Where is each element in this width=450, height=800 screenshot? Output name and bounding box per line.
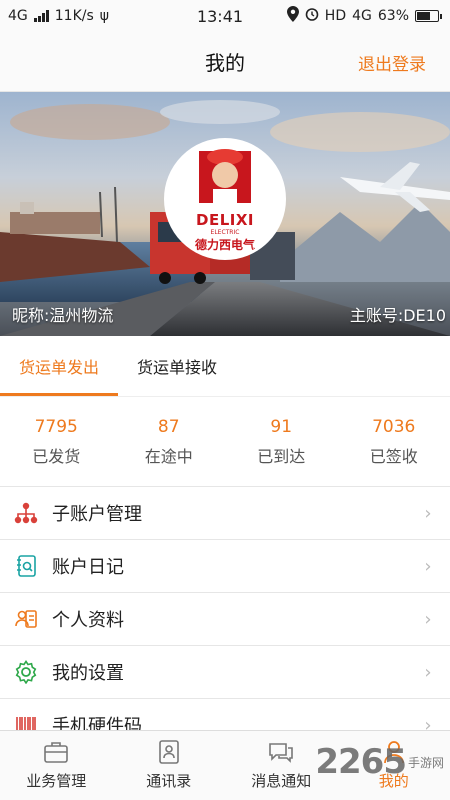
nav-business[interactable]: 业务管理	[0, 731, 113, 800]
network-type: 4G	[8, 8, 28, 24]
menu-item-profile[interactable]: 个人资料 ›	[0, 592, 450, 645]
menu-item-account-log[interactable]: 账户日记 ›	[0, 539, 450, 592]
logout-button[interactable]: 退出登录	[358, 50, 426, 75]
waybill-tabs: 货运单发出 货运单接收	[0, 336, 450, 396]
tab-waybill-received[interactable]: 货运单接收	[118, 336, 236, 396]
contacts-icon	[158, 740, 179, 764]
briefcase-icon	[44, 742, 69, 763]
stat-signed[interactable]: 7036 已签收	[338, 397, 450, 486]
menu-item-label: 我的设置	[52, 663, 124, 684]
menu-item-label: 子账户管理	[52, 504, 142, 525]
nickname: 昵称:温州物流	[12, 306, 114, 325]
settings-menu: 子账户管理 › 账户日记 › 个人资料 › 我的设置 › 手机硬件码 ›	[0, 486, 450, 751]
nav-label: 业务管理	[26, 772, 87, 790]
watermark-text: 手游网	[407, 755, 444, 770]
usb-icon: ψ	[99, 8, 110, 24]
stat-label: 已签收	[369, 446, 418, 466]
location-icon	[286, 6, 299, 26]
gear-icon	[12, 658, 40, 686]
stat-value: 87	[157, 416, 180, 437]
chat-icon	[269, 743, 294, 763]
chevron-right-icon: ›	[424, 502, 432, 524]
stat-value: 7036	[372, 416, 416, 437]
hd-label: HD	[324, 8, 347, 24]
chevron-right-icon: ›	[424, 555, 432, 577]
nav-label: 消息通知	[251, 772, 312, 790]
stat-shipped[interactable]: 7795 已发货	[0, 397, 113, 486]
stat-value: 91	[270, 416, 293, 437]
stat-label: 已发货	[32, 446, 81, 466]
profile-banner: DELIXI ELECTRIC 德力西电气 昵称:温州物流 主账号:DE10	[0, 92, 450, 336]
page-title: 我的	[205, 51, 245, 75]
stat-in-transit[interactable]: 87 在途中	[113, 397, 226, 486]
stat-label: 在途中	[144, 446, 193, 466]
stat-label: 已到达	[257, 446, 306, 466]
logo-sub: ELECTRIC	[210, 229, 240, 236]
stat-arrived[interactable]: 91 已到达	[225, 397, 338, 486]
menu-item-settings[interactable]: 我的设置 ›	[0, 645, 450, 698]
battery-icon	[415, 10, 442, 22]
nav-bar: 我的 退出登录	[0, 32, 450, 92]
profile-card-icon	[12, 605, 40, 633]
watermark: 2265 手游网	[315, 742, 444, 782]
status-bar: 4G 11K/s ψ 13:41 HD 4G 63%	[0, 0, 450, 32]
clock: 13:41	[196, 6, 244, 26]
nav-contacts[interactable]: 通讯录	[113, 731, 226, 800]
signal-icon	[33, 10, 49, 22]
org-chart-icon	[12, 499, 40, 527]
tab-waybill-sent[interactable]: 货运单发出	[0, 336, 118, 396]
network-speed: 11K/s	[54, 8, 94, 24]
stat-value: 7795	[34, 416, 78, 437]
menu-item-label: 账户日记	[52, 557, 124, 578]
chevron-right-icon: ›	[424, 608, 432, 630]
logo-brand: DELIXI	[196, 211, 254, 229]
menu-item-label: 个人资料	[52, 610, 124, 631]
shipment-stats: 7795 已发货 87 在途中 91 已到达 7036 已签收	[0, 396, 450, 486]
avatar[interactable]: DELIXI ELECTRIC 德力西电气	[164, 138, 286, 260]
menu-item-sub-accounts[interactable]: 子账户管理 ›	[0, 486, 450, 539]
chevron-right-icon: ›	[424, 661, 432, 683]
alarm-icon	[305, 7, 319, 25]
nav-label: 通讯录	[146, 772, 192, 790]
delixi-logo-icon	[199, 149, 251, 203]
network-type-right: 4G	[352, 8, 372, 24]
main-account: 主账号:DE10	[349, 306, 446, 325]
account-log-icon	[12, 552, 40, 580]
logo-chinese: 德力西电气	[194, 238, 255, 252]
battery-percent: 63%	[377, 8, 409, 24]
watermark-number: 2265	[315, 742, 407, 782]
